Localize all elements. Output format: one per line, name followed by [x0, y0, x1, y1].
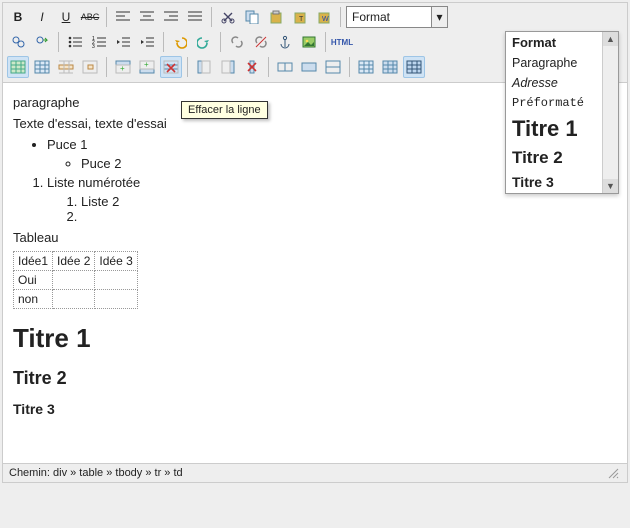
replace-button[interactable] [31, 31, 53, 53]
cut-button[interactable] [217, 6, 239, 28]
cell-props-button[interactable] [79, 56, 101, 78]
list-item: Liste 2 [81, 194, 617, 209]
sample-table[interactable]: Idée1 Idée 2 Idée 3 Oui non [13, 251, 138, 309]
format-select[interactable]: Format ▾ [346, 6, 448, 28]
row-before-button[interactable]: + [112, 56, 134, 78]
table-insert-button[interactable] [7, 56, 29, 78]
unlink-button[interactable] [250, 31, 272, 53]
status-bar: Chemin: div » table » tbody » tr » td [3, 463, 627, 482]
merge-cells-button[interactable] [298, 56, 320, 78]
table-label: Tableau [13, 230, 617, 245]
ul-button[interactable] [64, 31, 86, 53]
list-item [81, 209, 617, 224]
italic-button[interactable]: I [31, 6, 53, 28]
table-row: Idée1 Idée 2 Idée 3 [14, 252, 138, 271]
row-props-button[interactable] [55, 56, 77, 78]
redo-button[interactable] [193, 31, 215, 53]
bold-button[interactable]: B [7, 6, 29, 28]
table-props-button[interactable] [31, 56, 53, 78]
toolbar-row-1: B I U ABC T W Format ▾ [7, 6, 623, 28]
align-center-button[interactable] [136, 6, 158, 28]
paste-text-button[interactable]: T [289, 6, 311, 28]
image-button[interactable] [298, 31, 320, 53]
split-cells-button[interactable] [274, 56, 296, 78]
grid-button-2[interactable] [379, 56, 401, 78]
col-before-button[interactable] [193, 56, 215, 78]
resize-handle[interactable] [607, 467, 621, 479]
ol-button[interactable]: 123 [88, 31, 110, 53]
delete-row-button[interactable] [160, 56, 182, 78]
row-after-button[interactable]: + [136, 56, 158, 78]
paste-button[interactable] [265, 6, 287, 28]
col-after-button[interactable] [217, 56, 239, 78]
underline-button[interactable]: U [55, 6, 77, 28]
delete-col-button[interactable] [241, 56, 263, 78]
indent-button[interactable] [136, 31, 158, 53]
svg-text:W: W [322, 16, 329, 23]
svg-text:T: T [299, 16, 304, 23]
align-left-button[interactable] [112, 6, 134, 28]
find-button[interactable] [7, 31, 29, 53]
grid-button-3[interactable] [403, 56, 425, 78]
link-button[interactable] [226, 31, 248, 53]
scroll-up-icon[interactable]: ▲ [603, 32, 618, 46]
format-dropdown: Format Paragraphe Adresse Préformaté Tit… [505, 31, 619, 194]
grid-button-1[interactable] [355, 56, 377, 78]
heading-1: Titre 1 [13, 323, 617, 354]
undo-button[interactable] [169, 31, 191, 53]
heading-2: Titre 2 [13, 368, 617, 389]
dropdown-scrollbar[interactable]: ▲ ▼ [602, 32, 618, 193]
strike-button[interactable]: ABC [79, 6, 101, 28]
outdent-button[interactable] [112, 31, 134, 53]
svg-text:+: + [120, 64, 125, 73]
svg-text:3: 3 [92, 44, 95, 48]
tooltip: Effacer la ligne [181, 101, 268, 119]
editor-wrap: B I U ABC T W Format ▾ 12 [2, 2, 628, 483]
chevron-down-icon: ▾ [431, 7, 447, 27]
align-right-button[interactable] [160, 6, 182, 28]
paste-word-button[interactable]: W [313, 6, 335, 28]
svg-text:+: + [144, 60, 149, 69]
format-select-label: Format [347, 10, 431, 24]
html-button[interactable]: HTML [331, 31, 353, 53]
align-justify-button[interactable] [184, 6, 206, 28]
anchor-button[interactable] [274, 31, 296, 53]
scroll-down-icon[interactable]: ▼ [603, 179, 618, 193]
table-row: non [14, 290, 138, 309]
heading-3: Titre 3 [13, 401, 617, 417]
split-rows-button[interactable] [322, 56, 344, 78]
table-row: Oui [14, 271, 138, 290]
status-path[interactable]: Chemin: div » table » tbody » tr » td [9, 467, 183, 479]
copy-button[interactable] [241, 6, 263, 28]
